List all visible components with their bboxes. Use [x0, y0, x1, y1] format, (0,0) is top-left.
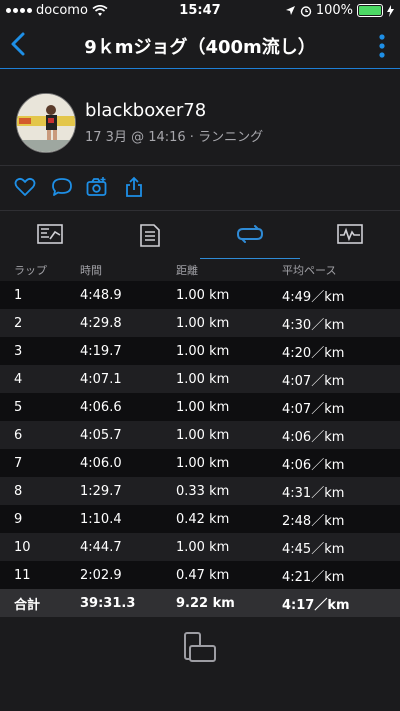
header-pace: 平均ペース — [282, 264, 337, 277]
lap-number: 3 — [14, 343, 23, 359]
table-row: 7 4:06.0 1.00 km 4:06／km — [0, 449, 400, 477]
lap-distance: 1.00 km — [176, 315, 230, 331]
laps-tab-icon — [237, 225, 263, 243]
rotate-icon[interactable] — [180, 629, 220, 669]
table-row: 11 2:02.9 0.47 km 4:21／km — [0, 561, 400, 589]
lap-distance: 0.47 km — [176, 567, 230, 583]
lap-number: 11 — [14, 567, 31, 583]
battery-icon — [357, 4, 383, 17]
lap-time: 4:06.6 — [80, 399, 122, 415]
tab-charts[interactable] — [300, 211, 400, 259]
lap-distance: 1.00 km — [176, 399, 230, 415]
table-row: 8 1:29.7 0.33 km 4:31／km — [0, 477, 400, 505]
activity-meta: 17 3月 @ 14:16 · ランニング — [85, 130, 264, 145]
lap-pace: 4:30／km — [282, 317, 345, 333]
lap-number: 2 — [14, 315, 23, 331]
table-row: 5 4:06.6 1.00 km 4:07／km — [0, 393, 400, 421]
lap-pace: 2:48／km — [282, 513, 345, 529]
chart-tab-icon — [337, 224, 363, 244]
lap-number: 7 — [14, 455, 23, 471]
lap-pace: 4:07／km — [282, 401, 345, 417]
status-bar: docomo 15:47 100% — [0, 0, 400, 22]
lap-pace: 4:06／km — [282, 429, 345, 445]
detail-tabs — [0, 211, 400, 260]
lap-distance: 1.00 km — [176, 427, 230, 443]
lap-time: 4:06.0 — [80, 455, 122, 471]
comment-icon[interactable] — [51, 176, 73, 198]
table-row: 6 4:05.7 1.00 km 4:06／km — [0, 421, 400, 449]
navigation-bar: 9ｋmジョグ（400m流し） — [0, 22, 400, 69]
lap-distance: 1.00 km — [176, 287, 230, 303]
share-icon[interactable] — [123, 176, 145, 198]
lap-pace: 4:21／km — [282, 569, 345, 585]
table-row: 1 4:48.9 1.00 km 4:49／km — [0, 281, 400, 309]
lap-distance: 0.42 km — [176, 511, 230, 527]
details-tab-icon — [140, 224, 160, 247]
lap-pace: 4:06／km — [282, 457, 345, 473]
location-icon — [285, 6, 295, 15]
total-distance: 9.22 km — [176, 595, 235, 611]
lap-number: 10 — [14, 539, 31, 555]
back-icon[interactable] — [6, 29, 32, 59]
add-photo-icon[interactable] — [86, 176, 108, 198]
total-time: 39:31.3 — [80, 595, 136, 611]
lap-pace: 4:20／km — [282, 345, 345, 361]
table-row: 9 1:10.4 0.42 km 2:48／km — [0, 505, 400, 533]
laps-table: ラップ 時間 距離 平均ペース 1 4:48.9 1.00 km 4:49／km 2 4… — [0, 259, 400, 617]
lap-time: 1:10.4 — [80, 511, 122, 527]
lap-number: 5 — [14, 399, 23, 415]
header-time: 時間 — [80, 264, 102, 277]
table-row: 4 4:07.1 1.00 km 4:07／km — [0, 365, 400, 393]
lap-time: 2:02.9 — [80, 567, 122, 583]
lap-distance: 1.00 km — [176, 371, 230, 387]
lap-time: 4:07.1 — [80, 371, 122, 387]
avatar[interactable] — [16, 93, 76, 153]
summary-tab-icon — [37, 224, 63, 244]
header-distance: 距離 — [176, 264, 198, 277]
action-bar — [0, 166, 400, 211]
lap-number: 4 — [14, 371, 23, 387]
alarm-icon — [300, 5, 312, 17]
total-row: 合計 39:31.3 9.22 km 4:17／km — [0, 589, 400, 617]
lap-pace: 4:49／km — [282, 289, 345, 305]
username[interactable]: blackboxer78 — [85, 100, 206, 121]
table-row: 3 4:19.7 1.00 km 4:20／km — [0, 337, 400, 365]
tab-details[interactable] — [100, 211, 200, 259]
lap-distance: 1.00 km — [176, 343, 230, 359]
lap-pace: 4:07／km — [282, 373, 345, 389]
lap-distance: 1.00 km — [176, 539, 230, 555]
lap-time: 4:29.8 — [80, 315, 122, 331]
activity-header: blackboxer78 17 3月 @ 14:16 · ランニング — [0, 69, 400, 166]
page-title: 9ｋmジョグ（400m流し） — [84, 37, 316, 58]
lap-time: 4:19.7 — [80, 343, 122, 359]
more-icon[interactable] — [374, 32, 390, 60]
lap-number: 8 — [14, 483, 23, 499]
total-label: 合計 — [14, 597, 41, 613]
lap-time: 4:48.9 — [80, 287, 122, 303]
charging-icon — [387, 4, 394, 17]
avatar-photo — [17, 94, 75, 152]
lap-number: 6 — [14, 427, 23, 443]
lap-distance: 1.00 km — [176, 455, 230, 471]
tab-summary[interactable] — [0, 211, 100, 259]
lap-number: 9 — [14, 511, 23, 527]
tab-laps[interactable] — [200, 211, 300, 260]
lap-pace: 4:45／km — [282, 541, 345, 557]
header-lap: ラップ — [14, 264, 47, 277]
battery-percent: 100% — [315, 3, 353, 18]
table-row: 2 4:29.8 1.00 km 4:30／km — [0, 309, 400, 337]
lap-time: 1:29.7 — [80, 483, 122, 499]
like-icon[interactable] — [14, 176, 36, 198]
lap-pace: 4:31／km — [282, 485, 345, 501]
table-row: 10 4:44.7 1.00 km 4:45／km — [0, 533, 400, 561]
total-pace: 4:17／km — [282, 597, 350, 613]
lap-time: 4:44.7 — [80, 539, 122, 555]
table-header: ラップ 時間 距離 平均ペース — [0, 259, 400, 281]
lap-time: 4:05.7 — [80, 427, 122, 443]
status-right: 100% — [285, 3, 394, 18]
lap-distance: 0.33 km — [176, 483, 230, 499]
lap-number: 1 — [14, 287, 23, 303]
